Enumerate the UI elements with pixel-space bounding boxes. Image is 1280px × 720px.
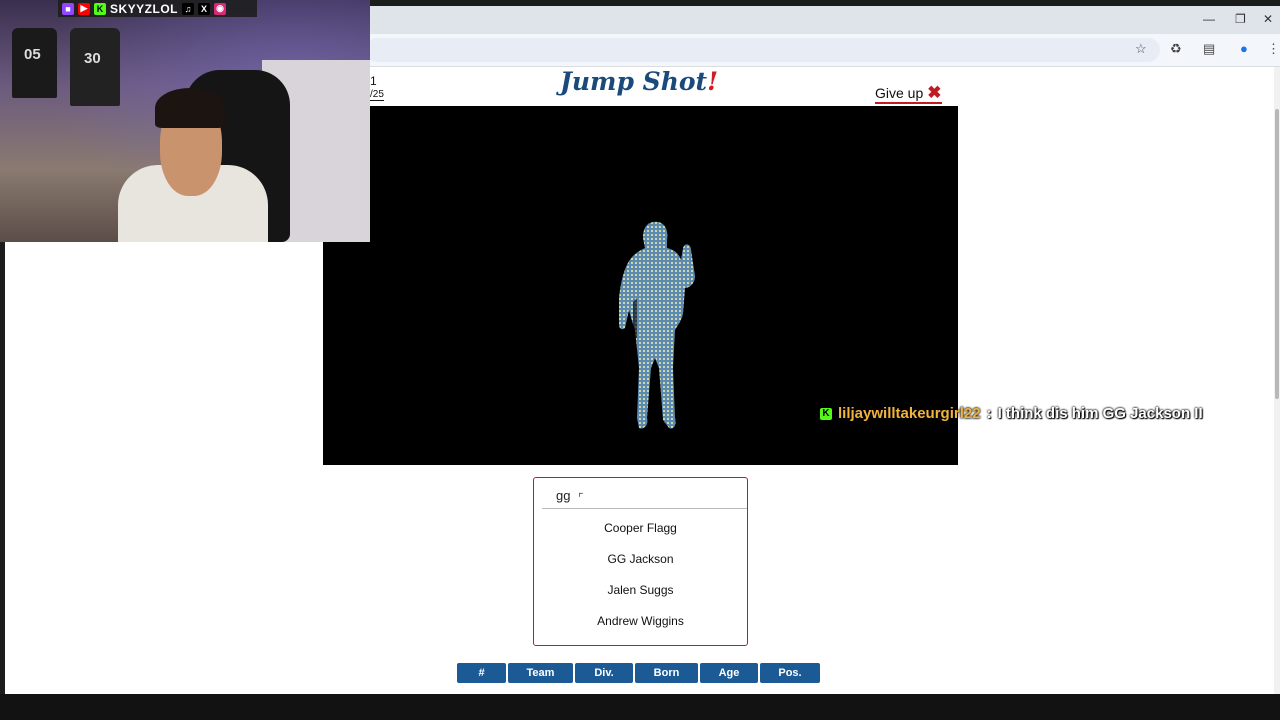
streamer-hair	[155, 88, 225, 128]
suggestion-item[interactable]: GG Jackson	[534, 549, 747, 580]
player-search-input[interactable]	[542, 482, 747, 509]
hint-born-button[interactable]: Born	[635, 663, 698, 683]
page-scrollbar[interactable]	[1274, 67, 1280, 694]
youtube-icon: ▶	[78, 2, 90, 15]
chat-overlay-message: K liljaywilltakeurgirl22 : I think dis h…	[820, 405, 1203, 422]
guess-counter: 1	[370, 74, 377, 88]
hint-division-button[interactable]: Div.	[575, 663, 633, 683]
profile-icon[interactable]: ●	[1240, 41, 1248, 56]
chat-message-text: I think dis him GG Jackson II	[997, 405, 1203, 422]
chat-username: liljaywilltakeurgirl22	[838, 405, 981, 422]
bookmark-star-icon[interactable]: ☆	[1135, 41, 1147, 57]
instagram-icon: ◉	[214, 2, 227, 15]
hint-bar: # Team Div. Born Age Pos.	[457, 663, 820, 683]
game-title-bang: !	[707, 67, 719, 96]
x-icon: X	[198, 2, 211, 15]
player-silhouette	[619, 221, 695, 429]
player-search-panel: ⌜ Cooper Flagg GG Jackson Jalen Suggs An…	[533, 477, 748, 646]
restore-icon[interactable]: ❐	[1235, 12, 1246, 26]
minimize-icon[interactable]: —	[1203, 12, 1215, 26]
suggestion-list: Cooper Flagg GG Jackson Jalen Suggs Andr…	[534, 518, 747, 642]
game-title: Jump Shot!	[560, 67, 718, 96]
streamer-handle: SKYYZLOL	[110, 1, 179, 16]
tiktok-icon: ♫	[182, 2, 195, 15]
game-title-text: Jump Shot	[560, 67, 708, 96]
social-banner: ■ ▶ K SKYYZLOL ♫ X ◉	[58, 0, 257, 17]
suggestion-item[interactable]: Jalen Suggs	[534, 580, 747, 611]
kick-icon: K	[94, 2, 106, 15]
menu-icon[interactable]: ⋮	[1267, 41, 1280, 57]
text-cursor-icon: ⌜	[578, 491, 584, 505]
cast-icon[interactable]: ▤	[1203, 41, 1215, 57]
give-up-button[interactable]: Give up ✖	[875, 83, 942, 104]
address-bar[interactable]	[365, 38, 1160, 62]
extensions-icon[interactable]: ♻	[1170, 41, 1182, 57]
guess-total: /25	[370, 89, 384, 101]
wall-jersey: 05	[12, 28, 57, 98]
scroll-thumb[interactable]	[1275, 109, 1279, 399]
wall-jersey: 30	[70, 28, 120, 106]
close-window-icon[interactable]: ✕	[1263, 12, 1273, 26]
close-icon: ✖	[927, 83, 942, 102]
give-up-label: Give up	[875, 85, 924, 101]
stream-bottom-strip	[0, 694, 1280, 720]
hint-position-button[interactable]: Pos.	[760, 663, 820, 683]
jersey-number: 30	[84, 50, 101, 67]
kick-icon: K	[820, 407, 832, 420]
webcam-overlay: 05 30 ■ ▶ K SKYYZLOL ♫ X ◉	[0, 0, 370, 242]
hint-number-button[interactable]: #	[457, 663, 506, 683]
suggestion-item[interactable]: Andrew Wiggins	[534, 611, 747, 642]
chat-separator: :	[986, 405, 992, 422]
hint-team-button[interactable]: Team	[508, 663, 573, 683]
suggestion-item[interactable]: Cooper Flagg	[534, 518, 747, 549]
hint-age-button[interactable]: Age	[700, 663, 758, 683]
jersey-number: 05	[24, 46, 41, 63]
twitch-icon: ■	[62, 2, 74, 15]
